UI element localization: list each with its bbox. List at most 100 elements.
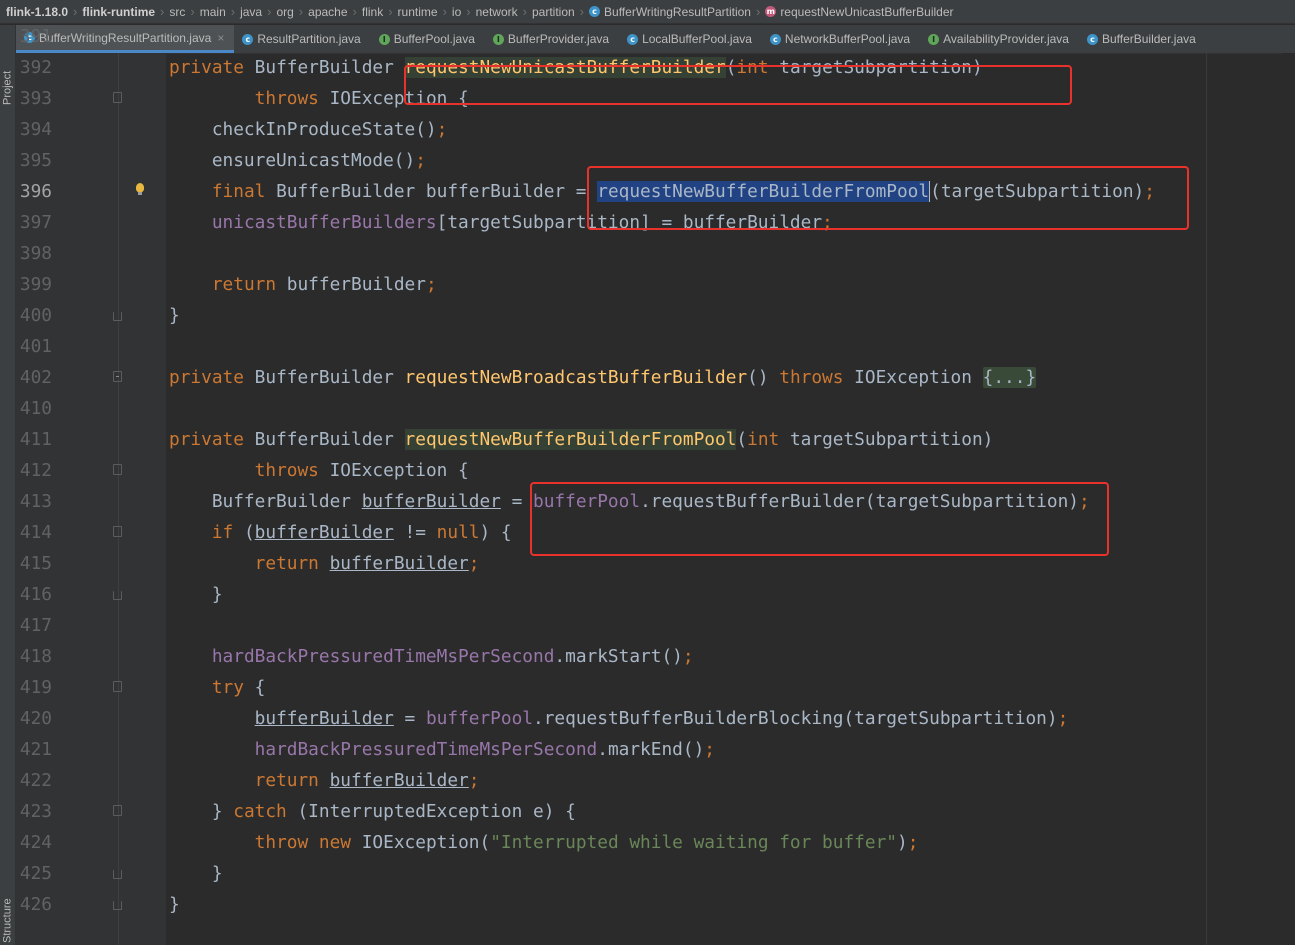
- code-line[interactable]: 421 hardBackPressuredTimeMsPerSecond.mar…: [16, 734, 1282, 765]
- code-line[interactable]: 418 hardBackPressuredTimeMsPerSecond.mar…: [16, 641, 1282, 672]
- code-text: }: [169, 579, 223, 610]
- code-line[interactable]: 410: [16, 393, 1282, 424]
- code-token: private: [169, 367, 255, 388]
- class-icon: c: [589, 6, 601, 17]
- code-token: requestNewBufferBuilderFromPool: [404, 429, 737, 450]
- breadcrumb-item[interactable]: flink-runtime: [82, 5, 155, 19]
- breadcrumb-item[interactable]: main: [200, 5, 226, 19]
- breadcrumb-item[interactable]: m requestNewUnicastBufferBuilder: [765, 5, 954, 19]
- breadcrumb-separator: ›: [160, 4, 165, 19]
- line-number: 422: [19, 770, 52, 791]
- code-line[interactable]: 391: [16, 21, 1282, 52]
- code-token: (: [243, 522, 255, 543]
- breadcrumb-label: BufferWritingResultPartition: [604, 4, 751, 19]
- code-line[interactable]: 402 private BufferBuilder requestNewBroad…: [16, 362, 1282, 393]
- breadcrumb-item[interactable]: apache: [308, 5, 347, 19]
- fold-marker-icon[interactable]: [113, 92, 122, 103]
- code-token: BufferBuilder: [254, 57, 405, 78]
- code-token: .requestBufferBuilderBlocking(targetSubp…: [533, 708, 1058, 729]
- line-number: 395: [19, 150, 52, 171]
- breadcrumb-item[interactable]: c BufferWritingResultPartition: [589, 5, 751, 19]
- code-line[interactable]: 426}: [16, 889, 1282, 920]
- code-line[interactable]: 394 checkInProduceState();: [16, 114, 1282, 145]
- project-tool-button[interactable]: Project: [0, 55, 15, 105]
- code-text: try {: [169, 672, 266, 703]
- breadcrumb-separator: ›: [352, 4, 357, 19]
- code-line[interactable]: 422 return bufferBuilder;: [16, 765, 1282, 796]
- breadcrumb-item[interactable]: flink-1.18.0: [6, 5, 68, 19]
- breadcrumb-separator: ›: [579, 4, 585, 19]
- code-token: throw new: [254, 832, 362, 853]
- breadcrumb-label: runtime: [397, 4, 438, 19]
- code-token: bufferBuilder: [329, 553, 469, 574]
- code-token: }: [169, 305, 180, 326]
- breadcrumb-item[interactable]: network: [476, 5, 518, 19]
- code-token: bufferPool: [425, 708, 534, 729]
- breadcrumb-separator: ›: [267, 4, 272, 19]
- line-number: 415: [19, 553, 52, 574]
- code-line[interactable]: 399 return bufferBuilder;: [16, 269, 1282, 300]
- code-token: ;: [704, 739, 716, 760]
- line-number: 424: [19, 832, 52, 853]
- code-line[interactable]: 417: [16, 610, 1282, 641]
- breadcrumb-item[interactable]: flink: [362, 5, 383, 19]
- code-line[interactable]: 398: [16, 238, 1282, 269]
- highlight-box-method-signature: [404, 65, 1072, 105]
- fold-marker-icon[interactable]: [113, 464, 122, 475]
- structure-tool-button[interactable]: Structure: [0, 883, 15, 943]
- editor-scrollbar[interactable]: [1282, 53, 1295, 945]
- fold-marker-icon[interactable]: [113, 591, 122, 600]
- code-line[interactable]: 416 }: [16, 579, 1282, 610]
- breadcrumb-item[interactable]: runtime: [398, 5, 438, 19]
- code-token: {: [254, 677, 266, 698]
- lightbulb-icon[interactable]: [135, 183, 145, 195]
- breadcrumb-separator: ›: [190, 4, 195, 19]
- code-text: }: [169, 858, 223, 889]
- code-line[interactable]: 424 throw new IOException("Interrupted w…: [16, 827, 1282, 858]
- code-text: private BufferBuilder requestNewBroadcas…: [169, 362, 1037, 393]
- fold-marker-icon[interactable]: [113, 805, 122, 816]
- code-token: unicastBufferBuilders: [211, 212, 437, 233]
- breadcrumb-separator: ›: [755, 4, 761, 19]
- code-token: }: [169, 584, 223, 605]
- code-line[interactable]: 425 }: [16, 858, 1282, 889]
- breadcrumb-label: io: [451, 4, 462, 19]
- breadcrumb-item[interactable]: partition: [532, 5, 575, 19]
- fold-marker-icon[interactable]: [113, 901, 122, 910]
- fold-marker-icon[interactable]: [113, 312, 122, 321]
- code-line[interactable]: 419 try {: [16, 672, 1282, 703]
- breadcrumb-separator: ›: [522, 4, 527, 19]
- code-token: !=: [393, 522, 437, 543]
- line-number: 423: [19, 801, 52, 822]
- breadcrumb-item[interactable]: java: [240, 5, 262, 19]
- code-text: return bufferBuilder;: [169, 269, 437, 300]
- code-line[interactable]: 401: [16, 331, 1282, 362]
- breadcrumb-item[interactable]: src: [169, 5, 185, 19]
- code-line[interactable]: 423 } catch (InterruptedException e) {: [16, 796, 1282, 827]
- code-token: IOException {: [329, 460, 469, 481]
- fold-marker-icon[interactable]: [113, 371, 122, 382]
- line-number: 398: [19, 243, 52, 264]
- breadcrumb-item[interactable]: io: [452, 5, 461, 19]
- code-line[interactable]: 400}: [16, 300, 1282, 331]
- code-token: ;: [468, 553, 480, 574]
- fold-marker-icon[interactable]: [113, 681, 122, 692]
- method-icon: m: [765, 6, 777, 17]
- code-token: =: [500, 491, 533, 512]
- line-number: 418: [19, 646, 52, 667]
- fold-marker-icon[interactable]: [113, 870, 122, 879]
- fold-marker-icon[interactable]: [113, 526, 122, 537]
- code-token: throws: [779, 367, 855, 388]
- code-line[interactable]: 411 private BufferBuilder requestNewBuffe…: [16, 424, 1282, 455]
- line-number: 399: [19, 274, 52, 295]
- breadcrumb-item[interactable]: org: [276, 5, 293, 19]
- code-line[interactable]: 420 bufferBuilder = bufferPool.requestBu…: [16, 703, 1282, 734]
- line-number: 391: [19, 26, 52, 47]
- line-number: 401: [19, 336, 52, 357]
- code-token: (: [736, 429, 748, 450]
